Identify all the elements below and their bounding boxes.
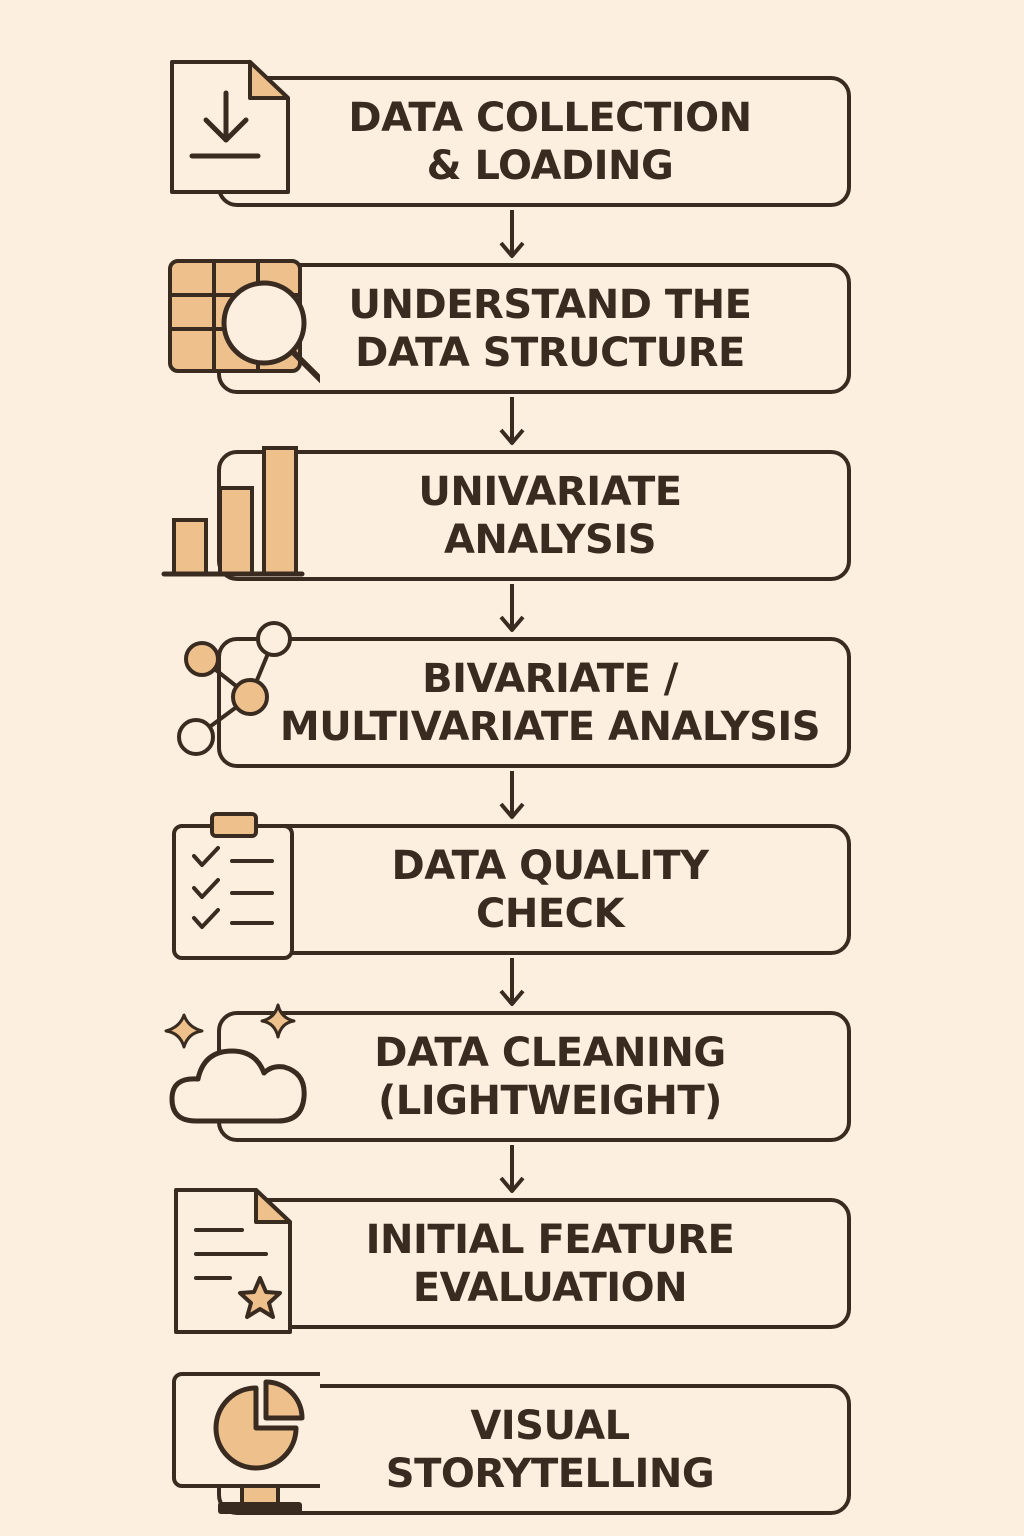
step-label: DATA QUALITY CHECK: [391, 842, 709, 937]
eda-flowchart: DATA COLLECTION & LOADING UNDERSTAND THE…: [0, 0, 1024, 1536]
step-label: VISUAL STORYTELLING: [385, 1402, 715, 1497]
step-label: BIVARIATE / MULTIVARIATE ANALYSIS: [279, 655, 821, 750]
bar-chart-icon: [160, 434, 320, 594]
step-data-collection: DATA COLLECTION & LOADING: [0, 60, 1024, 220]
step-univariate: UNIVARIATE ANALYSIS: [0, 434, 1024, 594]
step-label: UNIVARIATE ANALYSIS: [418, 468, 682, 563]
step-label: INITIAL FEATURE EVALUATION: [365, 1216, 735, 1311]
step-data-quality: DATA QUALITY CHECK: [0, 808, 1024, 968]
network-nodes-icon: [160, 621, 320, 781]
step-visual-storytelling: VISUAL STORYTELLING: [0, 1368, 1024, 1528]
step-bivariate: BIVARIATE / MULTIVARIATE ANALYSIS: [0, 621, 1024, 781]
table-magnifier-icon: [160, 249, 320, 409]
monitor-pie-chart-icon: [160, 1368, 320, 1528]
download-document-icon: [160, 48, 320, 208]
step-data-cleaning: DATA CLEANING (LIGHTWEIGHT): [0, 995, 1024, 1155]
step-label: UNDERSTAND THE DATA STRUCTURE: [348, 281, 752, 376]
cloud-sparkles-icon: [160, 995, 320, 1155]
clipboard-checklist-icon: [160, 808, 320, 968]
document-star-icon: [160, 1182, 320, 1342]
step-feature-evaluation: INITIAL FEATURE EVALUATION: [0, 1182, 1024, 1342]
step-label: DATA COLLECTION & LOADING: [348, 94, 752, 189]
step-label: DATA CLEANING (LIGHTWEIGHT): [374, 1029, 726, 1124]
step-understand-structure: UNDERSTAND THE DATA STRUCTURE: [0, 247, 1024, 407]
